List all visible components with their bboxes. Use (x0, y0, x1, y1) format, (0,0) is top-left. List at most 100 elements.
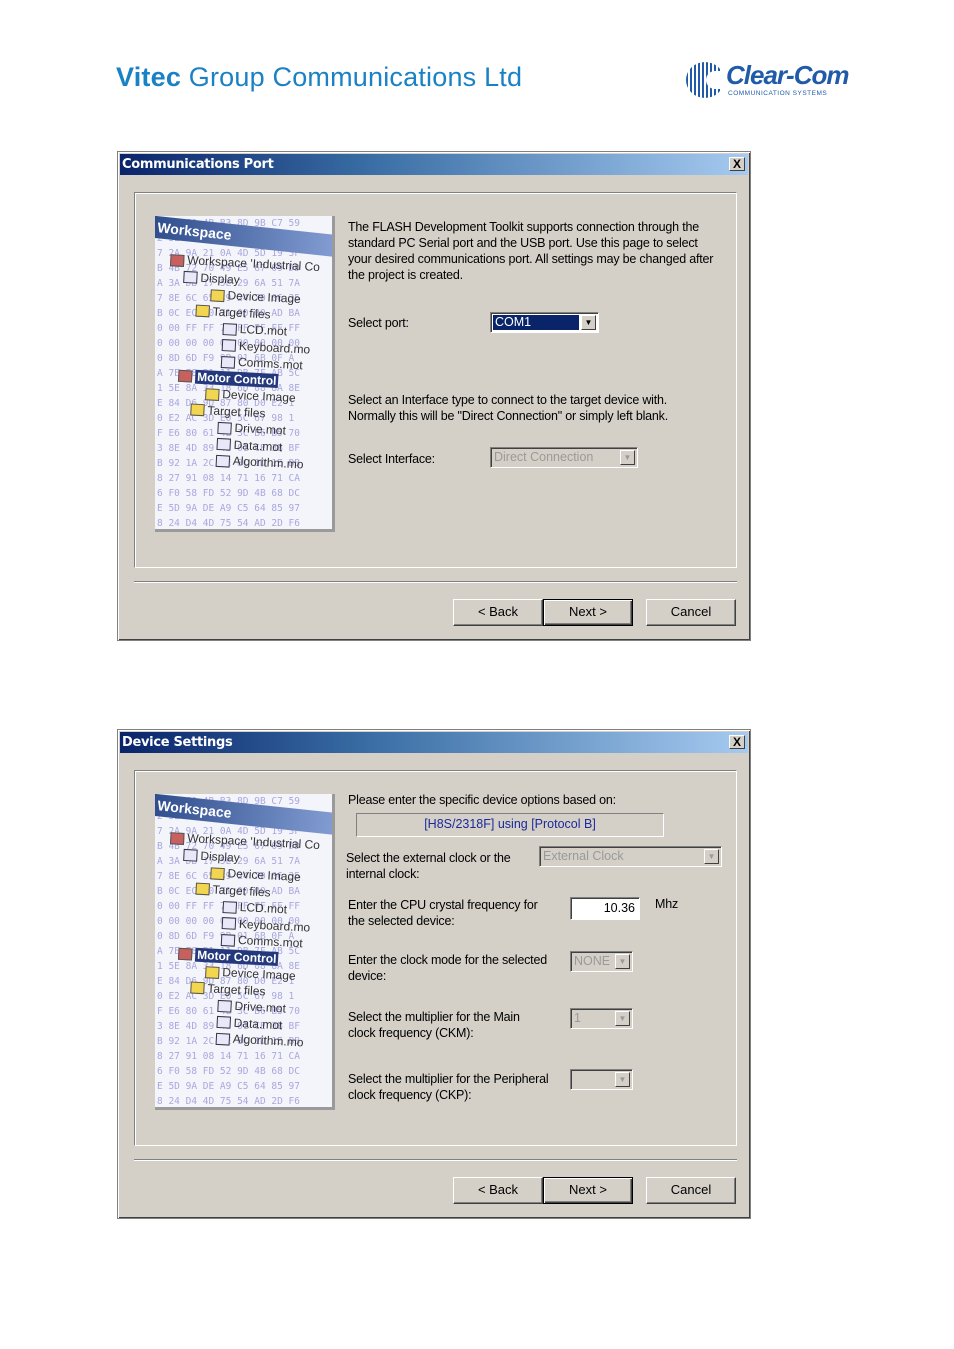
intro-text: The FLASH Development Toolkit supports c… (348, 220, 714, 282)
folder-icon (205, 388, 220, 401)
ckm-select[interactable]: 1 ▼ (570, 1008, 633, 1029)
tree-item-label: Motor Control (194, 369, 279, 388)
folder-icon (195, 882, 210, 896)
frequency-label: Enter the CPU crystal frequency for the … (348, 898, 538, 928)
tree-item-label: Algorithm.mo (232, 1031, 304, 1050)
chevron-down-icon[interactable]: ▼ (615, 1011, 630, 1026)
port-select-value: COM1 (493, 315, 579, 330)
folder-icon (205, 966, 220, 979)
interface-select-value: Direct Connection (494, 450, 594, 464)
device-settings-dialog: Device Settings X 0 80 C0 4B B3 8D 9B C7… (117, 729, 751, 1219)
next-button[interactable]: Next > (543, 599, 633, 626)
tree-item-label: Data.mot (233, 437, 283, 454)
content-panel: 0 80 C0 4B B3 8D 9B C7 59 2 3E C1 4D B1 … (134, 770, 737, 1146)
tree-item-label: Device Image (221, 387, 297, 405)
tree-item-label: Comms.mot (237, 932, 304, 951)
project-icon (177, 370, 193, 383)
chevron-down-icon[interactable]: ▼ (704, 849, 719, 864)
dialog-title: Device Settings (122, 735, 233, 750)
intro-text: Please enter the specific device options… (348, 793, 616, 807)
file-icon (215, 1032, 231, 1046)
tree-item-label: Data.mot (233, 1015, 283, 1032)
project-icon (177, 948, 193, 961)
cancel-button[interactable]: Cancel (646, 1177, 736, 1204)
cancel-button[interactable]: Cancel (646, 599, 736, 626)
frequency-unit: Mhz (655, 897, 679, 911)
ckm-label: Select the multiplier for the Main clock… (348, 1010, 520, 1040)
clock-select-value: External Clock (543, 849, 624, 863)
folder-icon (190, 403, 205, 417)
chevron-down-icon[interactable]: ▼ (581, 315, 596, 330)
clock-mode-value: NONE (574, 954, 611, 968)
close-icon: X (732, 157, 741, 171)
tree-item-label: Target files (212, 882, 272, 900)
clear-com-logo: Clear-Com COMMUNICATION SYSTEMS (686, 60, 849, 98)
back-button[interactable]: < Back (453, 599, 543, 626)
tree-item-label: Display (200, 270, 241, 287)
workspace-tree: Workspace 'Industrial Co Display Device Im… (159, 252, 320, 474)
tree-item-label: Motor Control (194, 947, 279, 966)
file-icon (183, 849, 198, 862)
file-icon (217, 999, 232, 1013)
divider (134, 1159, 737, 1161)
file-icon (215, 454, 231, 468)
file-icon (220, 355, 236, 369)
frequency-input[interactable]: 10.36 (570, 897, 640, 920)
tree-item-label: Target files (207, 402, 266, 420)
file-icon (220, 933, 236, 947)
back-button[interactable]: < Back (453, 1177, 543, 1204)
ckp-label: Select the multiplier for the Peripheral… (348, 1072, 549, 1102)
folder-icon (210, 867, 225, 880)
close-button[interactable]: X (729, 157, 745, 171)
interface-label: Select Interface: (348, 452, 435, 466)
file-icon (217, 421, 232, 435)
file-icon (183, 271, 198, 284)
close-button[interactable]: X (729, 735, 745, 749)
content-panel: 0 80 C0 4B B3 8D 9B C7 59 2 3E C1 4D B1 … (134, 192, 737, 568)
tree-item-label: Drive.mot (234, 420, 287, 438)
vitec-logo-text: Group Communications Ltd (181, 62, 523, 92)
device-info-box: [H8S/2318F] using [Protocol B] (356, 813, 664, 837)
dialog-title: Communications Port (122, 157, 274, 172)
file-icon (221, 917, 237, 931)
workspace-tree: Workspace 'Industrial Co Display Device Im… (159, 830, 320, 1052)
title-bar: Device Settings X (120, 732, 748, 753)
chevron-down-icon[interactable]: ▼ (615, 1072, 630, 1087)
clock-mode-select[interactable]: NONE ▼ (570, 951, 633, 972)
chevron-down-icon[interactable]: ▼ (615, 954, 630, 969)
file-icon (222, 322, 238, 336)
interface-intro-text: Select an Interface type to connect to t… (348, 393, 668, 423)
port-select[interactable]: COM1 ▼ (490, 312, 599, 333)
folder-icon (195, 304, 210, 318)
port-label: Select port: (348, 316, 409, 330)
tree-item-label: LCD.mot (239, 321, 288, 339)
communications-port-dialog: Communications Port X 0 80 C0 4B B3 8D 9… (117, 151, 751, 641)
workspace-illustration: 0 80 C0 4B B3 8D 9B C7 59 2 3E C1 4D B1 … (155, 216, 335, 532)
tree-item-label: Target files (212, 304, 272, 322)
clear-com-emblem-icon (686, 62, 724, 98)
interface-select[interactable]: Direct Connection ▼ (490, 447, 638, 468)
chevron-down-icon[interactable]: ▼ (620, 450, 635, 465)
clock-select[interactable]: External Clock ▼ (539, 846, 722, 867)
tree-item-label: LCD.mot (239, 899, 288, 917)
file-icon (221, 339, 237, 353)
next-button[interactable]: Next > (543, 1177, 633, 1204)
tree-item-label: Keyboard.mo (238, 338, 311, 357)
folder-icon (210, 289, 225, 302)
clock-label: Select the external clock or the interna… (346, 851, 511, 881)
tree-item-label: Display (200, 848, 241, 865)
clear-com-tagline: COMMUNICATION SYSTEMS (728, 90, 828, 97)
project-icon (169, 832, 185, 845)
tree-item-label: Algorithm.mo (232, 453, 304, 472)
vitec-logo: Vitec Group Communications Ltd (116, 62, 522, 93)
close-icon: X (732, 735, 741, 749)
ckp-select[interactable]: ▼ (570, 1069, 633, 1090)
tree-item-label: Drive.mot (234, 998, 287, 1016)
clock-mode-label: Enter the clock mode for the selected de… (348, 953, 547, 983)
workspace-illustration: 0 80 C0 4B B3 8D 9B C7 59 2 3E C1 4D B1 … (155, 794, 335, 1110)
tree-item-label: Comms.mot (237, 354, 304, 373)
tree-item-label: Device Image (221, 965, 297, 983)
file-icon (216, 438, 232, 451)
ckm-value: 1 (574, 1011, 581, 1025)
tree-item-label: Device Image (227, 288, 302, 307)
